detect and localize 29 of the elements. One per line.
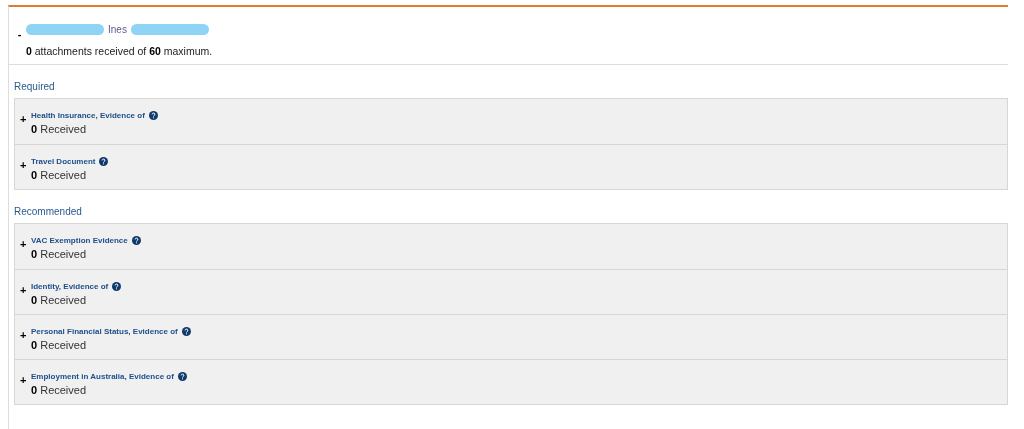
received-count: 0 Received: [31, 169, 88, 181]
received-count: 0 Received: [31, 294, 88, 306]
help-icon[interactable]: [177, 372, 187, 381]
expand-toggle[interactable]: +: [20, 114, 31, 124]
help-icon[interactable]: [131, 236, 141, 245]
section-heading: Required: [14, 81, 56, 92]
help-icon[interactable]: [148, 111, 158, 120]
document-type-link[interactable]: Personal Financial Status, Evidence of: [31, 327, 178, 336]
help-icon[interactable]: [112, 282, 122, 291]
received-count: 0 Received: [31, 384, 88, 396]
document-type-link[interactable]: Identity, Evidence of: [31, 282, 109, 291]
document-type-link[interactable]: Health Insurance, Evidence of: [31, 111, 145, 120]
applicant-name: Ines: [108, 24, 127, 35]
expand-toggle[interactable]: +: [20, 285, 31, 295]
attachment-summary: 0 attachments received of 60 maximum.: [26, 45, 214, 57]
document-type-link[interactable]: VAC Exemption Evidence: [31, 236, 128, 245]
document-type-link[interactable]: Employment in Australia, Evidence of: [31, 372, 174, 381]
help-icon[interactable]: [99, 157, 109, 166]
help-icon[interactable]: [181, 327, 191, 336]
expand-toggle[interactable]: +: [20, 239, 31, 249]
expand-toggle[interactable]: +: [20, 330, 31, 340]
expand-toggle[interactable]: +: [20, 375, 31, 385]
document-type-link[interactable]: Travel Document: [31, 157, 96, 166]
section-heading: Recommended: [14, 206, 83, 217]
collapse-toggle[interactable]: -: [15, 30, 24, 38]
expand-toggle[interactable]: +: [20, 160, 31, 170]
received-count: 0 Received: [31, 123, 88, 135]
received-count: 0 Received: [31, 248, 88, 260]
received-count: 0 Received: [31, 339, 88, 351]
